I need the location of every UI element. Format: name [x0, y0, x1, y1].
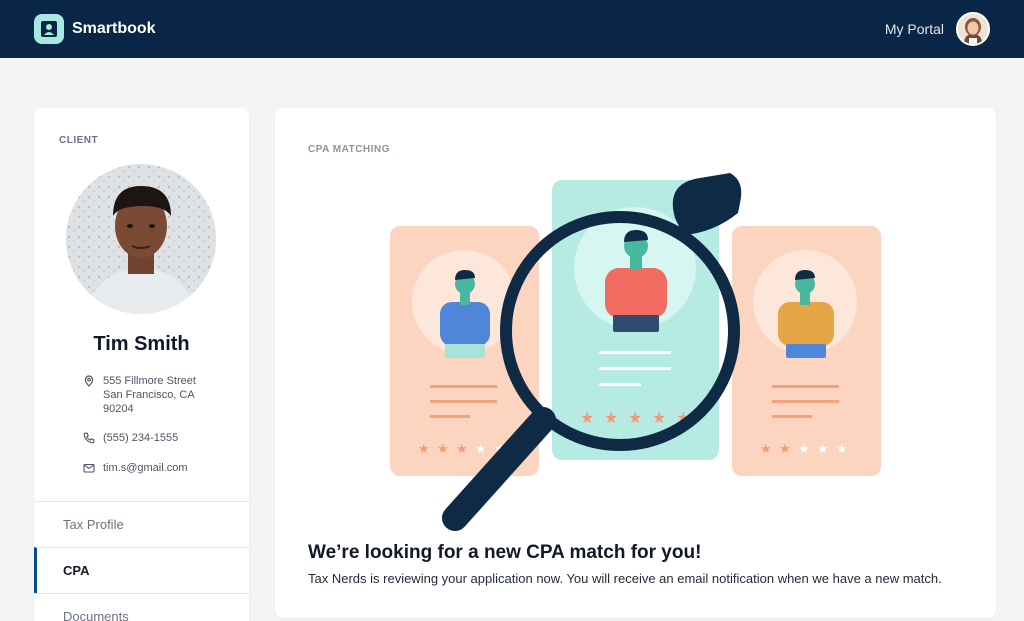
star-icon: ★ — [628, 408, 642, 427]
star-icon: ★ — [836, 442, 848, 457]
logo-icon — [34, 14, 64, 44]
star-icon: ★ — [580, 408, 594, 427]
star-icon: ★ — [652, 408, 666, 427]
star-icon: ★ — [437, 442, 449, 457]
star-icon: ★ — [798, 442, 810, 457]
address-line-1: 555 Fillmore Street — [103, 375, 196, 387]
cpa-matching-label: CPA MATCHING — [308, 144, 390, 155]
client-email: tim.s@gmail.com — [83, 461, 188, 475]
nav-tax-profile[interactable]: Tax Profile — [34, 501, 249, 547]
portal-menu[interactable]: My Portal — [885, 12, 990, 46]
client-phone: (555) 234-1555 — [83, 431, 178, 445]
location-pin-icon — [84, 375, 94, 387]
client-name: Tim Smith — [93, 333, 190, 355]
star-icon: ★ — [779, 442, 791, 457]
client-avatar — [66, 164, 216, 314]
client-section-label: CLIENT — [59, 135, 99, 146]
star-icon: ★ — [604, 408, 618, 427]
portal-label[interactable]: My Portal — [885, 21, 944, 37]
star-icon: ★ — [817, 442, 829, 457]
star-icon: ★ — [418, 442, 430, 457]
phone-value[interactable]: (555) 234-1555 — [103, 431, 178, 445]
nav-cpa[interactable]: CPA — [34, 547, 249, 593]
star-icon: ★ — [475, 442, 487, 457]
client-address: 555 Fillmore Street San Francisco, CA 90… — [83, 374, 196, 416]
match-headline: We’re looking for a new CPA match for yo… — [308, 542, 702, 563]
nav-documents[interactable]: Documents — [34, 593, 249, 621]
user-avatar[interactable] — [956, 12, 990, 46]
email-value[interactable]: tim.s@gmail.com — [103, 461, 188, 475]
match-description: Tax Nerds is reviewing your application … — [308, 571, 942, 586]
address-line-3: 90204 — [103, 403, 134, 415]
phone-icon — [83, 432, 95, 444]
mail-icon — [83, 463, 95, 473]
brand-name: Smartbook — [72, 20, 156, 37]
top-bar: Smartbook My Portal — [0, 0, 1024, 58]
right-cpa-card: ★ ★ ★ ★ ★ — [732, 226, 881, 476]
client-sidebar: CLIENT Tim Smith 555 Fillmore Street San… — [34, 108, 249, 621]
star-icon: ★ — [456, 442, 468, 457]
star-icon: ★ — [760, 442, 772, 457]
cpa-search-illustration: ★ ★ ★ ★ ★ ★ ★ ★ ★ ★ ★ ★ ★ ★ — [390, 173, 881, 531]
cpa-matching-panel: CPA MATCHING ★ ★ ★ ★ ★ ★ ★ ★ ★ ★ ★ ★ ★ ★… — [275, 108, 996, 618]
address-line-2: San Francisco, CA — [103, 389, 195, 401]
brand[interactable]: Smartbook — [34, 14, 156, 44]
